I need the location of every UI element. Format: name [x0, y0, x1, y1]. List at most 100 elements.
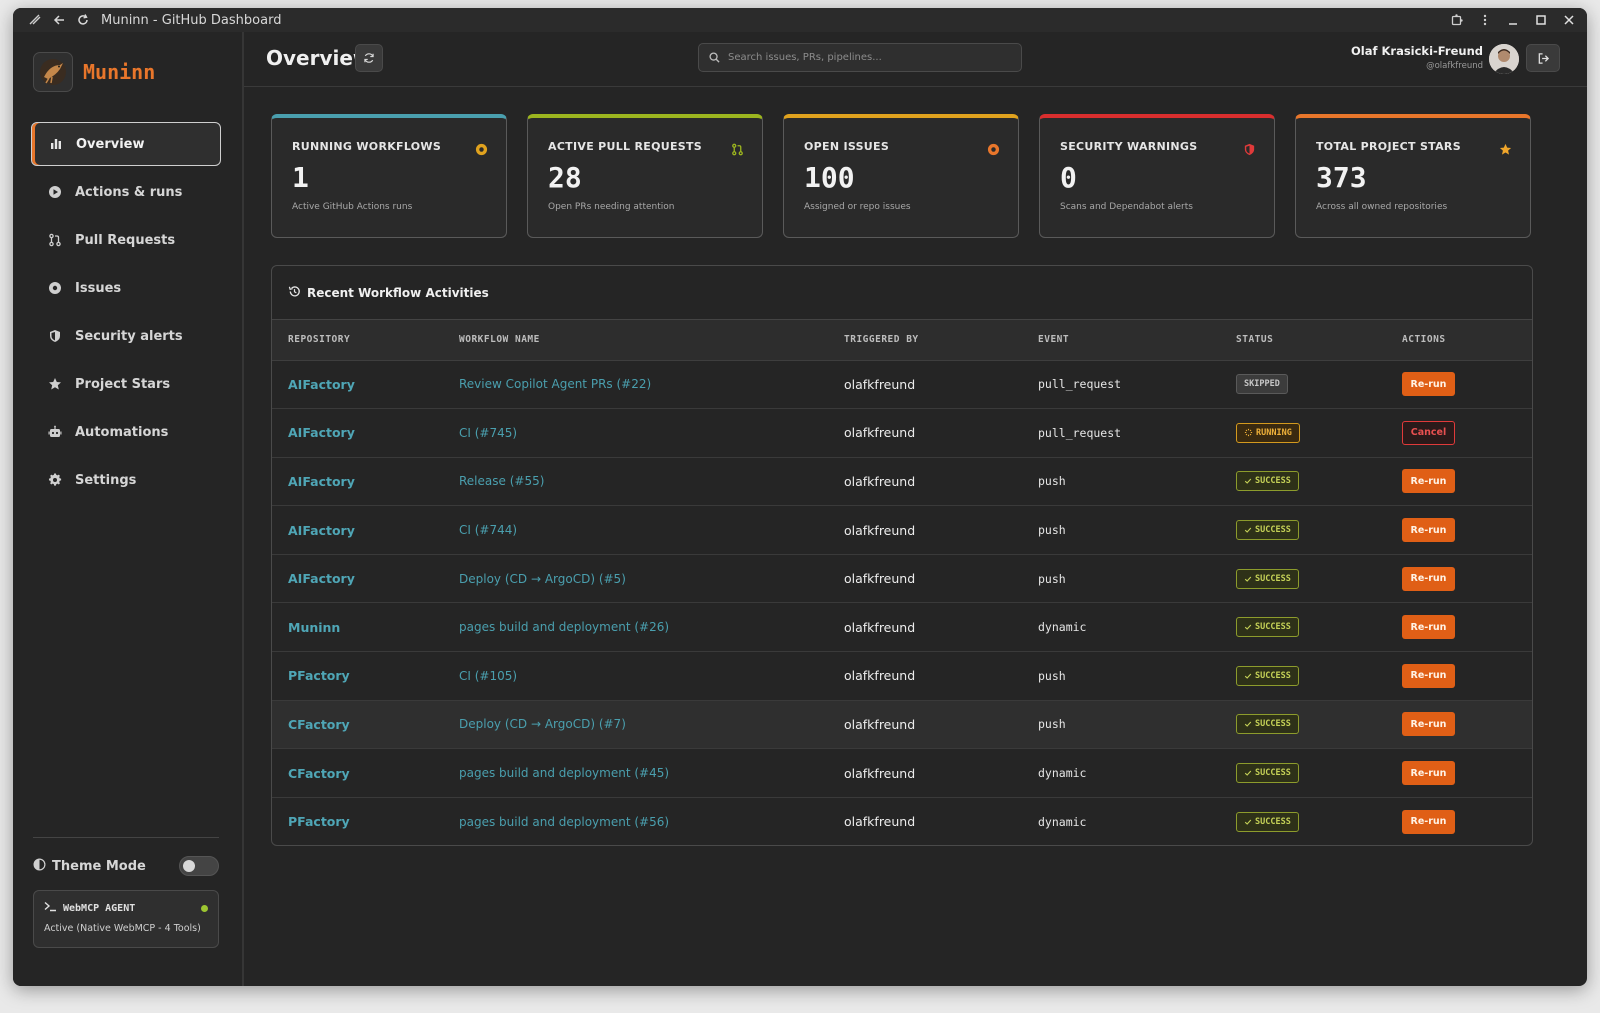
re-run-button[interactable]: Re-run	[1402, 518, 1455, 543]
workflow-link[interactable]: Release (#55)	[459, 474, 544, 488]
app-menu-icon[interactable]	[23, 8, 47, 32]
workflow-link[interactable]: CI (#745)	[459, 426, 517, 440]
card-subtitle: Open PRs needing attention	[548, 202, 675, 212]
repository-link[interactable]: Muninn	[288, 620, 340, 635]
card-total-project-stars[interactable]: TOTAL PROJECT STARS 373 Across all owned…	[1295, 114, 1531, 238]
card-active-pull-requests[interactable]: ACTIVE PULL REQUESTS 28 Open PRs needing…	[527, 114, 763, 238]
shield-icon	[1242, 142, 1256, 156]
search-input[interactable]	[728, 52, 998, 63]
check-icon	[1244, 819, 1252, 825]
status-badge: SUCCESS	[1236, 520, 1299, 541]
event-type: dynamic	[1038, 620, 1087, 635]
workflow-link[interactable]: CI (#105)	[459, 669, 517, 683]
close-icon[interactable]	[1557, 8, 1581, 32]
search-box[interactable]	[698, 43, 1022, 72]
refresh-icon	[364, 53, 374, 63]
brand[interactable]: Muninn	[33, 52, 155, 92]
re-run-button[interactable]: Re-run	[1402, 372, 1455, 397]
status-text: SUCCESS	[1255, 622, 1291, 633]
check-icon	[1244, 722, 1252, 728]
refresh-button[interactable]	[355, 44, 383, 72]
sidebar-item-label: Settings	[75, 472, 137, 488]
re-run-button[interactable]: Re-run	[1402, 761, 1455, 786]
re-run-button[interactable]: Re-run	[1402, 615, 1455, 640]
git-pull-request-icon	[730, 142, 744, 156]
re-run-button[interactable]: Re-run	[1402, 566, 1455, 591]
agent-status-dot	[201, 904, 208, 912]
repository-link[interactable]: AIFactory	[288, 523, 355, 538]
gear-icon	[47, 472, 63, 488]
column-header-triggered-by: TRIGGERED BY	[844, 320, 1038, 361]
status-badge: SUCCESS	[1236, 665, 1299, 686]
minimize-icon[interactable]	[1501, 8, 1525, 32]
re-run-button[interactable]: Re-run	[1402, 712, 1455, 737]
repository-link[interactable]: CFactory	[288, 717, 350, 732]
panel-title: Recent Workflow Activities	[307, 285, 489, 300]
card-open-issues[interactable]: OPEN ISSUES 100 Assigned or repo issues	[783, 114, 1019, 238]
sidebar-item-automations[interactable]: Automations	[31, 410, 221, 454]
sidebar-item-issues[interactable]: Issues	[31, 266, 221, 310]
status-text: RUNNING	[1256, 427, 1292, 438]
check-icon	[1244, 673, 1252, 679]
triggered-by: olafkfreund	[844, 668, 916, 684]
card-label: ACTIVE PULL REQUESTS	[548, 140, 703, 153]
repository-link[interactable]: AIFactory	[288, 474, 355, 489]
repository-link[interactable]: AIFactory	[288, 571, 355, 586]
event-type: pull_request	[1038, 377, 1122, 392]
sidebar-item-overview[interactable]: Overview	[31, 122, 221, 166]
sidebar-item-project-stars[interactable]: Project Stars	[31, 362, 221, 406]
repository-link[interactable]: PFactory	[288, 668, 350, 683]
extensions-icon[interactable]	[1445, 8, 1469, 32]
workflow-link[interactable]: Deploy (CD → ArgoCD) (#7)	[459, 717, 626, 731]
card-label: TOTAL PROJECT STARS	[1316, 140, 1461, 153]
card-value: 373	[1316, 161, 1367, 194]
status-text: SUCCESS	[1255, 768, 1291, 779]
check-icon	[1244, 527, 1252, 533]
card-running-workflows[interactable]: RUNNING WORKFLOWS 1 Active GitHub Action…	[271, 114, 507, 238]
repository-link[interactable]: CFactory	[288, 766, 350, 781]
logout-button[interactable]	[1526, 44, 1560, 72]
event-type: push	[1038, 571, 1066, 586]
repository-link[interactable]: AIFactory	[288, 377, 355, 392]
re-run-button[interactable]: Re-run	[1402, 663, 1455, 688]
repository-link[interactable]: AIFactory	[288, 425, 355, 440]
sidebar-item-label: Actions & runs	[75, 184, 183, 200]
maximize-icon[interactable]	[1529, 8, 1553, 32]
re-run-button[interactable]: Re-run	[1402, 809, 1455, 834]
theme-mode-label: Theme Mode	[52, 858, 146, 874]
back-icon[interactable]	[47, 8, 71, 32]
event-type: push	[1038, 668, 1066, 683]
triggered-by: olafkfreund	[844, 571, 916, 587]
card-label: RUNNING WORKFLOWS	[292, 140, 442, 153]
sidebar-item-settings[interactable]: Settings	[31, 458, 221, 502]
theme-mode-row: Theme Mode	[33, 856, 219, 876]
reload-icon[interactable]	[71, 8, 95, 32]
re-run-button[interactable]: Re-run	[1402, 469, 1455, 494]
status-badge: SUCCESS	[1236, 568, 1299, 589]
robot-icon	[47, 424, 63, 440]
theme-mode-toggle[interactable]	[179, 856, 219, 876]
card-value: 0	[1060, 161, 1077, 194]
cancel-button[interactable]: Cancel	[1402, 420, 1455, 445]
repository-link[interactable]: PFactory	[288, 814, 350, 829]
workflow-link[interactable]: Deploy (CD → ArgoCD) (#5)	[459, 572, 626, 586]
more-options-icon[interactable]	[1473, 8, 1497, 32]
workflow-link[interactable]: pages build and deployment (#45)	[459, 766, 669, 780]
workflow-link[interactable]: pages build and deployment (#26)	[459, 620, 669, 634]
search-icon	[709, 48, 720, 67]
user-name: Olaf Krasicki-Freund	[1351, 44, 1483, 58]
sidebar: Muninn Overview Actions & runs Pull Requ…	[13, 32, 244, 986]
workflow-link[interactable]: CI (#744)	[459, 523, 517, 537]
card-security-warnings[interactable]: SECURITY WARNINGS 0 Scans and Dependabot…	[1039, 114, 1275, 238]
sidebar-item-actions[interactable]: Actions & runs	[31, 170, 221, 214]
table-row: CFactory Deploy (CD → ArgoCD) (#7) olafkfr…	[272, 700, 1532, 749]
avatar[interactable]	[1489, 44, 1519, 74]
sidebar-item-label: Overview	[76, 136, 145, 152]
column-header-workflow-name: WORKFLOW NAME	[459, 320, 844, 361]
sidebar-item-pull-requests[interactable]: Pull Requests	[31, 218, 221, 262]
workflow-link[interactable]: Review Copilot Agent PRs (#22)	[459, 377, 651, 391]
workflow-link[interactable]: pages build and deployment (#56)	[459, 815, 669, 829]
card-value: 100	[804, 161, 855, 194]
sidebar-item-label: Project Stars	[75, 376, 171, 392]
sidebar-item-security-alerts[interactable]: Security alerts	[31, 314, 221, 358]
